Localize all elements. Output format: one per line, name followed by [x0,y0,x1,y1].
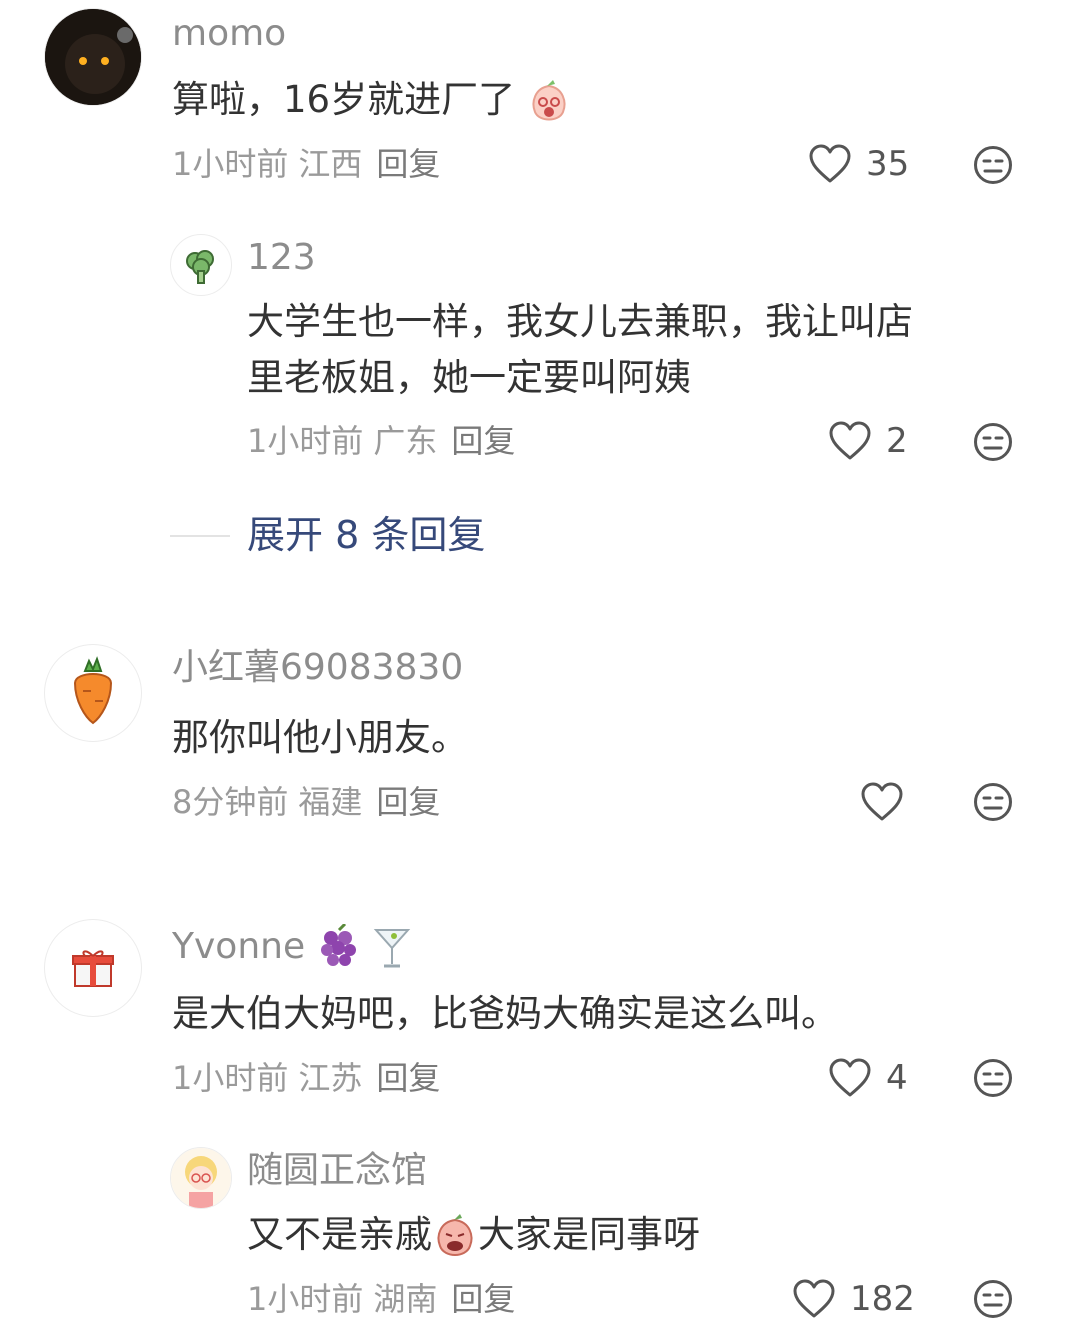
comment-location: 福建 [298,783,363,821]
reply-author[interactable]: 123 [247,238,316,278]
like-count: 4 [886,1058,908,1098]
comment-text: 算啦，16岁就进厂了 [172,72,571,128]
like-count: 182 [850,1279,915,1319]
broccoli-avatar-icon [186,250,214,284]
comment-time: 8分钟前 [172,783,289,821]
meh-face-icon[interactable] [973,422,1013,462]
avatar-123[interactable] [170,234,232,296]
cocktail-glass-icon [373,929,411,968]
reply-text-line2: 里老板姐，她一定要叫阿姨 [247,356,691,399]
meh-face-icon[interactable] [973,145,1013,185]
reply-text: 又不是亲戚 大家是同事呀 [247,1207,700,1263]
comment-author[interactable]: 小红薯69083830 [172,648,463,688]
reply-author[interactable]: 随圆正念馆 [247,1151,427,1191]
cartoon-girl-avatar-icon [171,1148,231,1208]
reply-button[interactable]: 回复 [451,422,515,460]
comment-author-text: Yvonne [172,926,306,967]
comment-text-content: 算啦，16岁就进厂了 [172,78,516,121]
gift-avatar-icon [72,950,114,987]
heart-outline-icon [829,421,871,460]
like-button[interactable]: 4 [828,1054,908,1102]
meh-face-icon[interactable] [973,1279,1013,1319]
avatar-carrot[interactable] [44,644,142,742]
reply-text-line1: 大学生也一样，我女儿去兼职，我让叫店 [247,300,913,343]
expand-replies-button[interactable]: 展开 8 条回复 [247,513,485,557]
heart-outline-icon [793,1279,835,1318]
meh-face-icon[interactable] [973,1058,1013,1098]
peach-crying-emoji-icon [437,1213,473,1256]
reply-button[interactable]: 回复 [376,1059,440,1097]
avatar-dark-figure-image [45,9,141,105]
comment-meta: 8分钟前 福建 回复 [172,782,440,822]
carrot-avatar-icon [73,656,113,725]
reply-button[interactable]: 回复 [376,783,440,821]
avatar-momo[interactable] [44,8,142,106]
heart-outline-icon [829,1058,871,1097]
like-button[interactable]: 35 [808,140,909,188]
like-count: 35 [866,144,910,184]
comment-time: 1小时前 [172,1059,289,1097]
comment-meta: 1小时前 江苏 回复 [172,1058,440,1098]
comment-author[interactable]: momo [172,14,286,54]
peach-shy-emoji-icon [532,79,566,120]
reply-text-part1: 又不是亲戚 [247,1213,432,1256]
reply-text-part2: 大家是同事呀 [478,1213,700,1256]
reply-meta: 1小时前 广东 回复 [247,421,515,461]
comment-text: 那你叫他小朋友。 [172,716,468,759]
like-count: 2 [886,421,908,461]
like-button[interactable]: 2 [828,417,908,465]
reply-button[interactable]: 回复 [451,1280,515,1318]
like-button[interactable]: 182 [792,1275,915,1323]
reply-button[interactable]: 回复 [376,145,440,183]
avatar-suiyuan[interactable] [170,1147,232,1209]
heart-outline-icon [861,782,903,821]
reply-time: 1小时前 [247,1280,364,1318]
reply-meta: 1小时前 湖南 回复 [247,1279,515,1319]
expand-divider [170,535,230,537]
reply-time: 1小时前 [247,422,364,460]
heart-outline-icon [809,144,851,183]
avatar-gift[interactable] [44,919,142,1017]
comment-location: 江苏 [298,1059,363,1097]
grapes-icon [320,924,356,966]
comment-text: 是大伯大妈吧，比爸妈大确实是这么叫。 [172,992,838,1035]
comment-location: 江西 [298,145,363,183]
comment-meta: 1小时前 江西 回复 [172,144,440,184]
like-button[interactable] [860,778,918,826]
meh-face-icon[interactable] [973,782,1013,822]
comment-author[interactable]: Yvonne [172,924,412,972]
reply-location: 湖南 [373,1280,438,1318]
comment-time: 1小时前 [172,145,289,183]
reply-location: 广东 [373,422,438,460]
